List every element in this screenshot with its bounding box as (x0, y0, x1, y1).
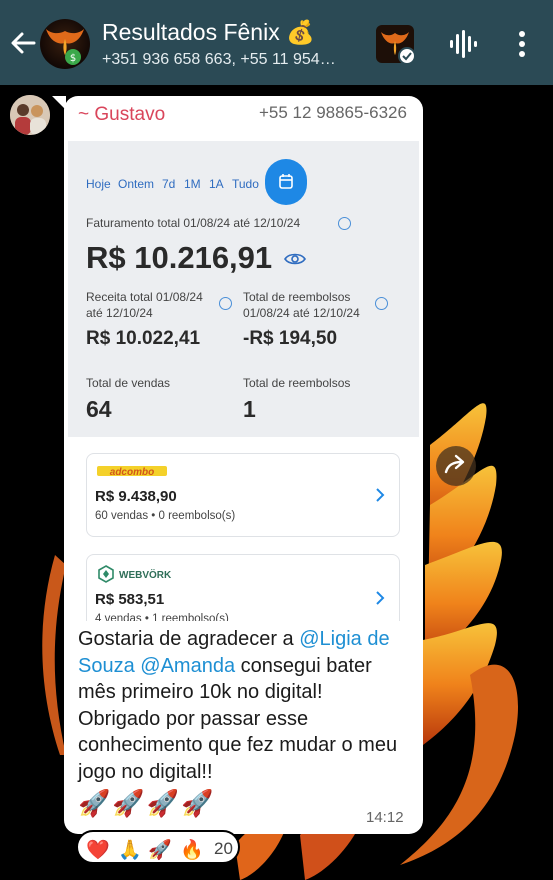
group-members[interactable]: +351 936 658 663, +55 11 954… (102, 51, 336, 69)
receita-label-line1: Receita total 01/08/24 (86, 290, 203, 304)
reaction-count: 20 (214, 839, 233, 858)
sender-name[interactable]: ~ Gustavo (78, 104, 165, 126)
svg-text:WEBVÖRK: WEBVÖRK (119, 568, 172, 581)
filter-1m: 1M (184, 177, 201, 191)
webvork-logo: WEBVÖRK (98, 565, 172, 583)
filter-7d: 7d (162, 177, 176, 191)
adcombo-card: adcombo R$ 9.438,90 60 vendas • 0 reembo… (86, 453, 400, 537)
receita-value: R$ 10.022,41 (86, 328, 201, 349)
adcombo-logo: adcombo (97, 466, 167, 478)
total-reembolsos-value: 1 (243, 396, 256, 422)
info-icon (338, 217, 351, 230)
heart-reaction[interactable]: ❤️ (86, 838, 110, 862)
chevron-right-icon (376, 488, 385, 502)
info-icon (219, 297, 232, 310)
attached-image[interactable]: Hoje Ontem 7d 1M 1A Tudo Faturamento tot… (68, 131, 419, 621)
rocket-emojis: 🚀🚀🚀🚀 (78, 788, 216, 818)
vendas-label: Total de vendas (86, 376, 171, 390)
message-time: 14:12 (366, 809, 404, 826)
reactions-bar[interactable]: ❤️ 🙏 🚀 🔥 20 (76, 830, 240, 864)
more-options-icon[interactable] (510, 30, 534, 58)
chevron-right-icon (376, 591, 385, 605)
eye-icon (284, 253, 306, 265)
group-avatar[interactable]: $ (40, 19, 90, 69)
mention-amanda[interactable]: @Amanda (140, 655, 235, 677)
fire-reaction[interactable]: 🔥 (180, 838, 204, 862)
vendas-value: 64 (86, 396, 112, 422)
pray-reaction[interactable]: 🙏 (118, 838, 142, 862)
filter-today: Hoje (86, 177, 111, 191)
chat-header: $ Resultados Fênix 💰 +351 936 658 663, +… (0, 0, 553, 85)
faturamento-label: Faturamento total 01/08/24 até 12/10/24 (86, 216, 301, 230)
svg-text:$: $ (70, 53, 76, 64)
reembolsos-label: Total de reembolsos 01/08/24 até 12/10/2… (243, 289, 360, 321)
rocket-reaction[interactable]: 🚀 (148, 838, 172, 862)
reembolsos-value: -R$ 194,50 (243, 328, 338, 349)
reembolsos-label-line2: 01/08/24 até 12/10/24 (243, 306, 360, 320)
webvork-value: R$ 583,51 (95, 591, 165, 608)
voice-chat-icon[interactable] (447, 30, 477, 58)
back-arrow-icon[interactable] (8, 28, 38, 58)
adcombo-value: R$ 9.438,90 (95, 488, 177, 505)
total-reembolsos-label: Total de reembolsos (243, 376, 351, 390)
webvork-summary: 4 vendas • 1 reembolso(s) (95, 613, 229, 621)
receita-label-line2: até 12/10/24 (86, 306, 153, 320)
filter-all: Tudo (232, 177, 259, 191)
webvork-card: WEBVÖRK R$ 583,51 4 vendas • 1 reembolso… (86, 554, 400, 621)
check-badge-icon (398, 47, 416, 65)
group-title[interactable]: Resultados Fênix 💰 (102, 19, 315, 46)
sender-avatar[interactable] (10, 95, 50, 135)
forward-button[interactable] (436, 446, 476, 486)
faturamento-value: R$ 10.216,91 (86, 240, 273, 275)
dashboard-summary-panel: Hoje Ontem 7d 1M 1A Tudo Faturamento tot… (68, 141, 419, 437)
sender-phone: +55 12 98865-6326 (259, 103, 407, 122)
receita-label: Receita total 01/08/24 até 12/10/24 (86, 289, 203, 321)
filter-yesterday: Ontem (118, 177, 155, 191)
message-text: Gostaria de agradecer a @Ligia de Souza … (78, 626, 408, 785)
calendar-icon (279, 174, 293, 189)
svg-text:adcombo: adcombo (110, 467, 154, 478)
adcombo-summary: 60 vendas • 0 reembolso(s) (95, 510, 236, 522)
forward-icon (444, 454, 465, 474)
filter-1a: 1A (209, 177, 224, 191)
calendar-button (265, 159, 307, 205)
info-icon (375, 297, 388, 310)
message-text-part: Gostaria de agradecer a (78, 628, 300, 650)
reembolsos-label-line1: Total de reembolsos (243, 290, 351, 304)
